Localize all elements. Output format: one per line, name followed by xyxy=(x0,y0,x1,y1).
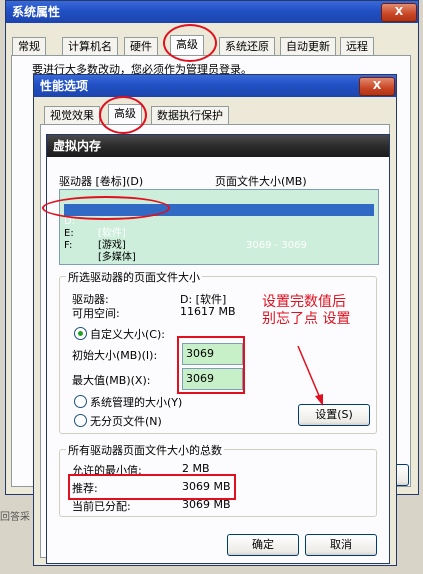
annotation-arrow xyxy=(297,345,323,406)
tab-visual-effects[interactable]: 视觉效果 xyxy=(44,106,100,125)
close-icon[interactable]: X xyxy=(359,77,395,96)
annotation-box-size-fields xyxy=(177,336,245,394)
tab-auto-update[interactable]: 自动更新 xyxy=(280,37,336,56)
system-managed-label: 系统管理的大小(Y) xyxy=(90,396,183,409)
tab-dep[interactable]: 数据执行保护 xyxy=(151,106,229,125)
current-allocated-label: 当前已分配: xyxy=(72,500,131,513)
virtual-memory-title: 虚拟内存 xyxy=(53,139,102,153)
no-paging-radio[interactable] xyxy=(74,414,87,427)
annotation-line-1: 设置完数值后 xyxy=(262,294,346,310)
annotation-circle-drive-d xyxy=(42,196,170,220)
performance-options-titlebar: 性能选项 xyxy=(34,75,396,97)
system-properties-title: 系统属性 xyxy=(12,5,61,19)
background-text: 回答采 xyxy=(0,512,30,523)
annotation-text: 设置完数值后 别忘了点 设置 xyxy=(262,294,350,328)
no-paging-label: 无分页文件(N) xyxy=(90,415,162,428)
space-label: 可用空间: xyxy=(72,307,120,320)
annotation-circle-perf-advanced-tab xyxy=(99,96,147,134)
tab-computer-name[interactable]: 计算机名 xyxy=(62,37,118,56)
max-size-label: 最大值(MB)(X): xyxy=(72,374,151,387)
annotation-arrow-head xyxy=(315,394,323,406)
totals-group-title: 所有驱动器页面文件大小的总数 xyxy=(66,442,224,458)
tab-hardware[interactable]: 硬件 xyxy=(124,37,158,56)
selected-drive-group-title: 所选驱动器的页面文件大小 xyxy=(66,269,202,285)
close-icon[interactable]: X xyxy=(381,3,417,22)
annotation-circle-advanced-tab xyxy=(163,24,217,62)
custom-size-radio[interactable] xyxy=(74,327,87,340)
annotation-arrow-line xyxy=(297,345,321,399)
drive-column-header: 驱动器 [卷标](D) xyxy=(59,175,144,188)
ok-button[interactable]: 确定 xyxy=(227,534,299,556)
tab-remote[interactable]: 远程 xyxy=(340,37,374,56)
annotation-line-2: 别忘了点 设置 xyxy=(262,311,351,327)
custom-size-label: 自定义大小(C): xyxy=(90,328,165,341)
annotation-box-recommended xyxy=(68,474,236,500)
drive-row-f[interactable]: F: [多媒体] xyxy=(64,228,374,263)
cancel-button[interactable]: 取消 xyxy=(305,534,377,556)
virtual-memory-titlebar: 虚拟内存 xyxy=(47,135,389,157)
system-managed-radio[interactable] xyxy=(74,395,87,408)
size-column-header: 页面文件大小(MB) xyxy=(215,175,307,188)
system-properties-titlebar: 系统属性 xyxy=(6,1,418,23)
performance-options-title: 性能选项 xyxy=(40,79,89,93)
space-value: 11617 MB xyxy=(180,305,236,318)
initial-size-label: 初始大小(MB)(I): xyxy=(72,349,158,362)
tab-general[interactable]: 常规 xyxy=(12,37,46,56)
desktop: { "sysprops": { "title": "系统属性", "close"… xyxy=(0,0,423,574)
tab-system-restore[interactable]: 系统还原 xyxy=(219,37,275,56)
